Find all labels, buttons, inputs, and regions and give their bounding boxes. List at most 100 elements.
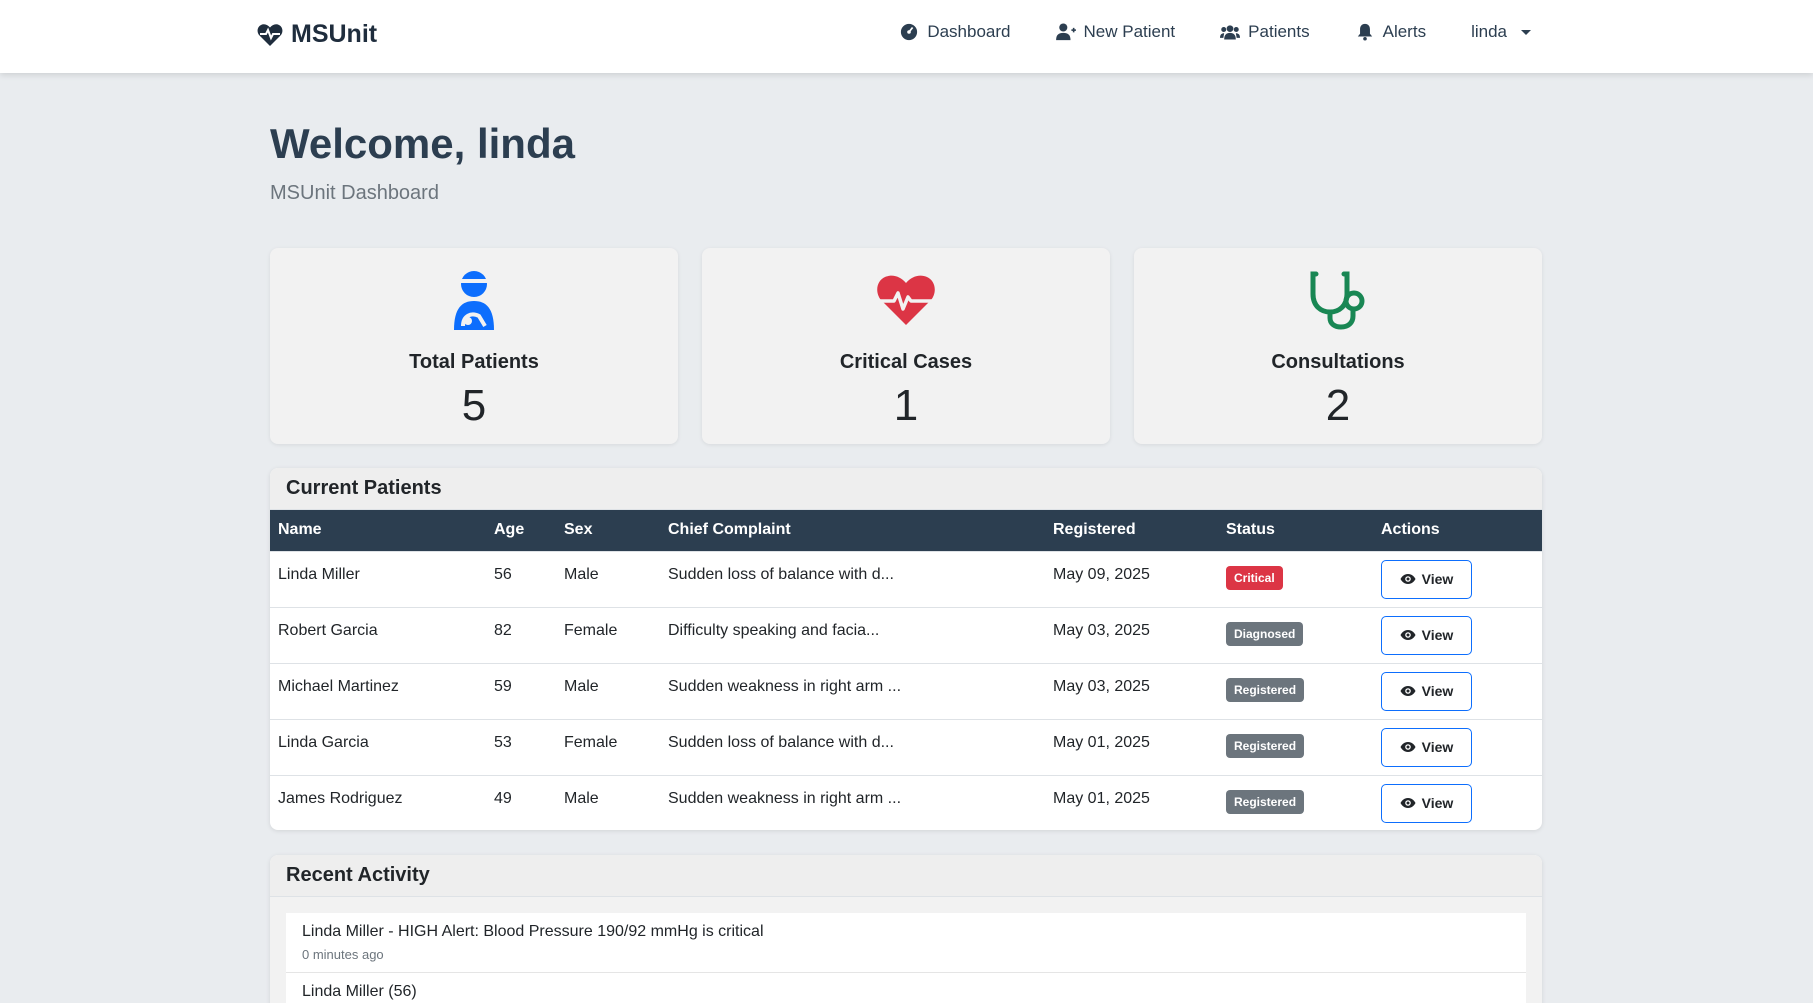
cell-status: Registered — [1218, 775, 1373, 830]
user-plus-icon — [1055, 23, 1076, 41]
stat-label: Consultations — [1271, 351, 1405, 373]
status-badge: Registered — [1226, 733, 1305, 758]
view-button-label: View — [1421, 683, 1454, 699]
view-button-label: View — [1421, 795, 1454, 812]
view-patient-button[interactable]: View — [1381, 559, 1472, 599]
patient-icon — [454, 271, 494, 330]
nav-alerts-label: Alerts — [1382, 22, 1427, 41]
activity-item: Linda Miller - HIGH Alert: Blood Pressur… — [286, 913, 1526, 973]
caret-down-icon — [1521, 29, 1531, 35]
patients-table: Name Age Sex Chief Complaint Registered … — [270, 510, 1542, 830]
view-patient-button[interactable]: View — [1381, 615, 1472, 655]
cell-chief-complaint: Sudden weakness in right arm ... — [668, 789, 902, 807]
status-badge: Registered — [1226, 677, 1305, 702]
cell-sex: Female — [564, 733, 618, 751]
top-navbar: MSUnit Dashboard New Patient Patients Al… — [0, 0, 1813, 73]
page-subtitle: MSUnit Dashboard — [270, 182, 439, 204]
cell-status: Registered — [1218, 663, 1373, 719]
eye-icon — [1400, 686, 1416, 696]
eye-icon — [1400, 798, 1416, 809]
table-row: James Rodriguez 49 Male Sudden weakness in … — [270, 775, 1542, 830]
cell-chief-complaint: Sudden weakness in right arm ... — [668, 677, 902, 695]
nav-alerts[interactable]: Alerts — [1355, 22, 1426, 42]
user-menu-label: linda — [1471, 22, 1507, 41]
cell-sex: Male — [564, 677, 599, 695]
stat-card-total-patients: Total Patients 5 — [270, 248, 678, 444]
cell-sex: Female — [564, 621, 618, 639]
cell-name: Michael Martinez — [278, 677, 399, 695]
activity-item: Linda Miller (56) — [286, 973, 1526, 1003]
cell-name: Linda Miller — [278, 565, 360, 583]
table-row: Michael Martinez 59 Male Sudden weakness in… — [270, 663, 1542, 719]
cell-registered: May 01, 2025 — [1053, 789, 1150, 807]
cell-chief-complaint: Sudden loss of balance with d... — [668, 565, 894, 583]
recent-activity-title: Recent Activity — [270, 855, 1542, 897]
table-row: Linda Miller 56 Male Sudden loss of balance… — [270, 551, 1542, 607]
cell-sex: Male — [564, 789, 599, 807]
status-badge: Critical — [1226, 565, 1283, 590]
column-header-chief-complaint: Chief Complaint — [668, 521, 791, 539]
stat-value: 2 — [1325, 381, 1351, 430]
cell-chief-complaint: Sudden loss of balance with d... — [668, 733, 894, 751]
activity-message: Linda Miller (56) — [302, 983, 417, 1000]
nav-new-patient-label: New Patient — [1083, 22, 1176, 41]
cell-actions: View — [1373, 775, 1542, 830]
recent-activity-card: Recent Activity Linda Miller - HIGH Aler… — [270, 855, 1542, 1003]
cell-status: Registered — [1218, 719, 1373, 775]
cell-age: 59 — [494, 677, 512, 695]
column-header-name: Name — [278, 521, 322, 539]
cell-name: James Rodriguez — [278, 789, 403, 807]
stat-label: Critical Cases — [839, 351, 973, 373]
stat-label: Total Patients — [409, 351, 539, 373]
view-patient-button[interactable]: View — [1381, 671, 1472, 711]
table-header-row: Name Age Sex Chief Complaint Registered … — [270, 510, 1542, 551]
eye-icon — [1400, 742, 1416, 752]
nav-dashboard-label: Dashboard — [927, 22, 1011, 41]
column-header-age: Age — [494, 521, 525, 539]
stethoscope-icon — [1310, 271, 1365, 330]
cell-sex: Male — [564, 565, 599, 583]
cell-actions: View — [1373, 607, 1542, 663]
cell-age: 53 — [494, 733, 512, 751]
activity-time: 0 minutes ago — [302, 947, 384, 962]
cell-registered: May 01, 2025 — [1053, 733, 1150, 751]
activity-list: Linda Miller - HIGH Alert: Blood Pressur… — [270, 897, 1542, 1003]
nav-links: Dashboard New Patient Patients Alerts li… — [899, 22, 1531, 42]
bell-icon — [1357, 23, 1372, 41]
column-header-actions: Actions — [1381, 521, 1440, 539]
activity-message: Linda Miller - HIGH Alert: Blood Pressur… — [302, 923, 764, 940]
cell-registered: May 03, 2025 — [1053, 621, 1150, 639]
status-badge: Registered — [1226, 789, 1305, 814]
view-patient-button[interactable]: View — [1381, 783, 1472, 823]
view-patient-button[interactable]: View — [1381, 727, 1472, 767]
current-patients-card: Current Patients Name Age Sex Chief Comp… — [270, 468, 1542, 830]
view-button-label: View — [1421, 627, 1454, 643]
nav-patients-label: Patients — [1248, 22, 1310, 41]
nav-new-patient[interactable]: New Patient — [1055, 22, 1176, 42]
eye-icon — [1400, 574, 1416, 584]
stat-card-critical-cases: Critical Cases 1 — [702, 248, 1110, 444]
cell-status: Critical — [1218, 551, 1373, 607]
table-row: Robert Garcia 82 Female Difficulty speaking… — [270, 607, 1542, 663]
cell-age: 49 — [494, 789, 512, 807]
cell-registered: May 09, 2025 — [1053, 565, 1150, 583]
nav-patients[interactable]: Patients — [1220, 22, 1310, 42]
user-menu-dropdown[interactable]: linda — [1471, 22, 1531, 42]
eye-icon — [1400, 630, 1416, 640]
column-header-status: Status — [1226, 521, 1275, 539]
cell-status: Diagnosed — [1218, 607, 1373, 663]
cell-actions: View — [1373, 719, 1542, 775]
nav-dashboard[interactable]: Dashboard — [899, 22, 1011, 42]
brand-link[interactable]: MSUnit — [257, 20, 377, 49]
stat-value: 1 — [893, 381, 919, 430]
status-badge: Diagnosed — [1226, 621, 1304, 646]
stat-card-consultations: Consultations 2 — [1134, 248, 1542, 444]
column-header-registered: Registered — [1053, 521, 1136, 539]
view-button-label: View — [1421, 571, 1454, 587]
brand-name: MSUnit — [291, 20, 378, 48]
cell-age: 82 — [494, 621, 512, 639]
cell-name: Robert Garcia — [278, 621, 378, 639]
page-title: Welcome, linda — [270, 120, 575, 167]
cell-chief-complaint: Difficulty speaking and facia... — [668, 621, 880, 639]
cell-registered: May 03, 2025 — [1053, 677, 1150, 695]
